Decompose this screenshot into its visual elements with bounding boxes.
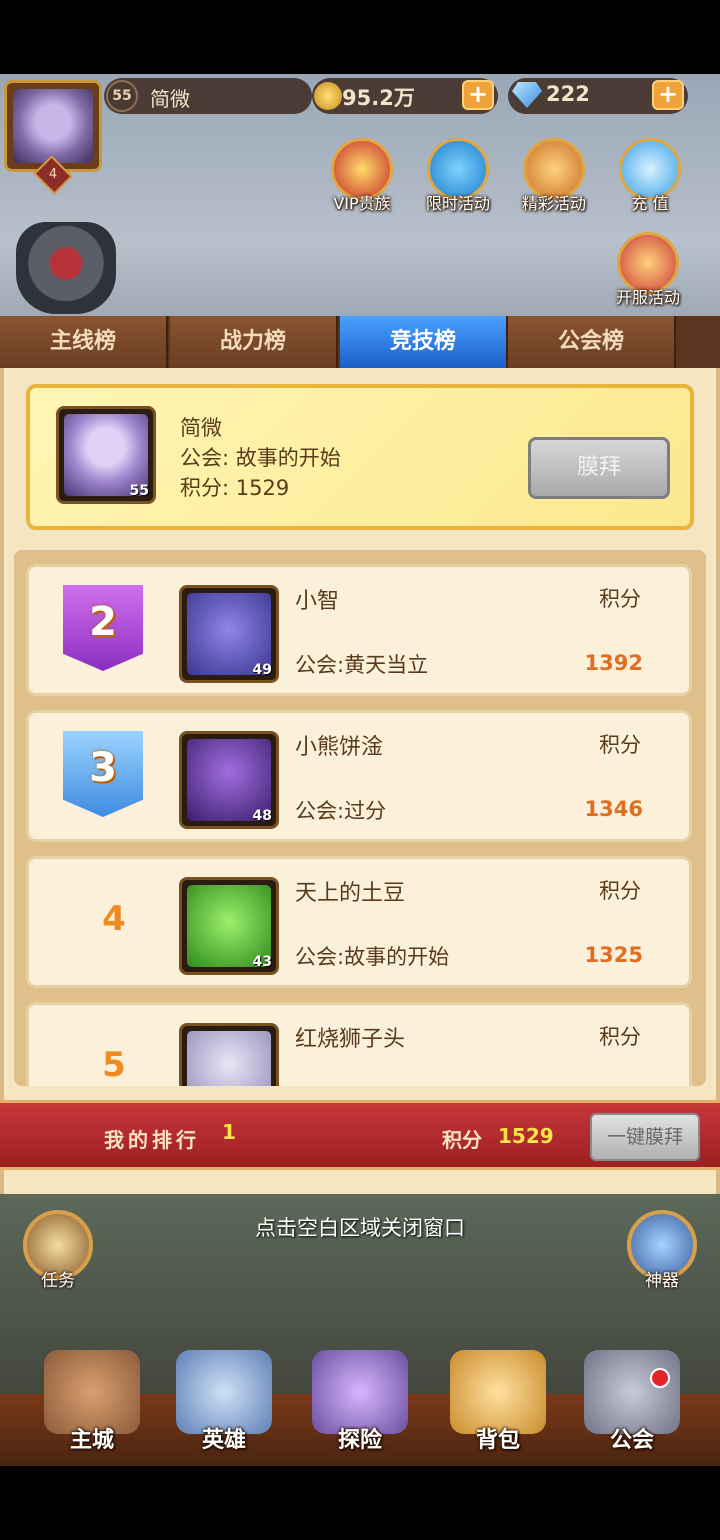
guild-name: 公会:过分 xyxy=(295,799,387,823)
points-label: 积分 xyxy=(599,587,641,611)
limited-event-button[interactable]: 限时活动 xyxy=(420,138,496,214)
points-label: 积分 xyxy=(599,1025,641,1049)
notification-dot xyxy=(650,1368,670,1388)
nav-guild-label: 公会 xyxy=(609,1428,654,1453)
rank-banner-icon: 2 xyxy=(63,585,143,671)
nav-guild[interactable]: 公会 xyxy=(572,1350,692,1462)
arena-emblem-icon[interactable] xyxy=(16,222,116,314)
recharge-label: 充 值 xyxy=(631,194,669,213)
my-score: 积分: 1529 xyxy=(180,476,290,500)
tab-main-line[interactable]: 主线榜 xyxy=(0,316,168,368)
rank-banner-icon: 3 xyxy=(63,731,143,817)
list-item[interactable]: 3 48 小熊饼淦 公会:过分 积分 1346 xyxy=(26,710,692,842)
vip-level-value: 4 xyxy=(48,167,58,182)
featured-event-button[interactable]: 精彩活动 xyxy=(516,138,592,214)
rank-number: 3 xyxy=(89,745,117,791)
list-item[interactable]: 5 红烧狮子头 积分 xyxy=(26,1002,692,1086)
hero-avatar[interactable]: 48 xyxy=(179,731,279,829)
rank-number: 4 xyxy=(102,899,126,939)
hero-level: 43 xyxy=(252,954,272,970)
points-label: 积分 xyxy=(599,733,641,757)
player-name: 天上的土豆 xyxy=(295,881,406,906)
guild-name: 公会:故事的开始 xyxy=(295,945,450,969)
rank-number: 2 xyxy=(89,599,117,645)
tab-power[interactable]: 战力榜 xyxy=(170,316,338,368)
guild-name: 公会:黄天当立 xyxy=(295,653,429,677)
nav-backpack[interactable]: 背包 xyxy=(438,1350,558,1462)
player-name: 小熊饼淦 xyxy=(295,735,384,760)
hero-level: 48 xyxy=(252,808,272,824)
ranking-tabs: 主线榜 战力榜 竞技榜 公会榜 xyxy=(0,316,720,368)
quest-button[interactable]: 任务 xyxy=(16,1210,100,1291)
recharge-button[interactable]: 充 值 xyxy=(612,138,688,214)
server-event-label: 开服活动 xyxy=(615,288,680,307)
rank-number: 5 xyxy=(102,1045,126,1085)
points-value: 1346 xyxy=(584,797,643,821)
worship-all-button[interactable]: 一键膜拜 xyxy=(590,1113,700,1161)
gem-amount: 222 xyxy=(546,82,590,106)
player-name: 简微 xyxy=(150,87,190,111)
hero-avatar[interactable] xyxy=(179,1023,279,1086)
player-name: 红烧狮子头 xyxy=(295,1027,406,1052)
worship-button[interactable]: 膜拜 xyxy=(528,437,670,499)
nav-explore-label: 探险 xyxy=(337,1428,382,1453)
my-avatar[interactable]: 55 xyxy=(56,406,156,504)
player-name: 小智 xyxy=(295,589,340,614)
nav-explore[interactable]: 探险 xyxy=(300,1350,420,1462)
my-points-label: 积分 xyxy=(442,1128,482,1152)
quest-label: 任务 xyxy=(41,1271,75,1291)
artifact-button[interactable]: 神器 xyxy=(620,1210,704,1291)
gold-coin-icon xyxy=(314,82,342,110)
my-rank-label: 我的排行 xyxy=(104,1128,200,1152)
navigation-bar-area xyxy=(0,1466,720,1540)
add-gold-button[interactable]: + xyxy=(462,80,494,110)
avatar-portrait xyxy=(13,89,93,163)
nav-main-city[interactable]: 主城 xyxy=(32,1350,152,1462)
hero-level: 49 xyxy=(252,662,272,678)
add-gems-button[interactable]: + xyxy=(652,80,684,110)
my-guild: 公会: 故事的开始 xyxy=(180,446,341,470)
server-event-button[interactable]: 开服活动 xyxy=(610,232,686,308)
nav-main-city-label: 主城 xyxy=(69,1428,114,1453)
list-item[interactable]: 2 49 小智 公会:黄天当立 积分 1392 xyxy=(26,564,692,696)
hero-avatar[interactable]: 49 xyxy=(179,585,279,683)
elf-hero-portrait xyxy=(187,1031,271,1086)
artifact-label: 神器 xyxy=(645,1271,679,1291)
list-item[interactable]: 4 43 天上的土豆 公会:故事的开始 积分 1325 xyxy=(26,856,692,988)
my-name: 简微 xyxy=(180,416,222,440)
close-hint: 点击空白区域关闭窗口 xyxy=(255,1216,465,1240)
featured-event-label: 精彩活动 xyxy=(521,194,586,213)
limited-event-label: 限时活动 xyxy=(425,194,490,213)
nav-heroes-label: 英雄 xyxy=(201,1428,246,1453)
tab-arena[interactable]: 竞技榜 xyxy=(340,316,508,368)
nav-backpack-label: 背包 xyxy=(475,1428,520,1453)
player-level-badge: 55 xyxy=(106,80,138,112)
vip-menu-button[interactable]: VIP贵族 xyxy=(324,138,400,214)
my-points-value: 1529 xyxy=(498,1124,554,1148)
tab-guild[interactable]: 公会榜 xyxy=(508,316,676,368)
status-bar-area xyxy=(0,0,720,74)
points-value: 1392 xyxy=(584,651,643,675)
points-value: 1325 xyxy=(584,943,643,967)
points-label: 积分 xyxy=(599,879,641,903)
hero-avatar[interactable]: 43 xyxy=(179,877,279,975)
gold-amount: 95.2万 xyxy=(342,86,415,110)
nav-heroes[interactable]: 英雄 xyxy=(164,1350,284,1462)
my-rank-value: 1 xyxy=(222,1120,236,1144)
my-level: 55 xyxy=(129,483,149,499)
ranking-list[interactable]: 2 49 小智 公会:黄天当立 积分 1392 3 48 小熊饼淦 公会:过分 … xyxy=(14,550,706,1086)
vip-menu-label: VIP贵族 xyxy=(333,194,391,213)
